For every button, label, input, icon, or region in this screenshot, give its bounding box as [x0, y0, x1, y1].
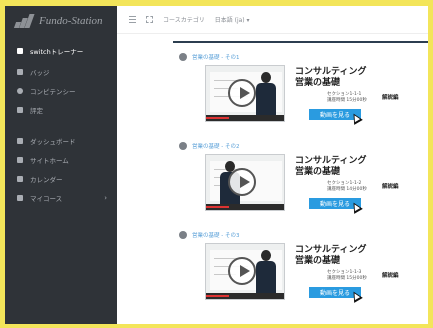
- course-content: 営業の基礎 - その1 コンサルティング 営業の基礎 セクション1-1-1 講座時間…: [173, 41, 428, 318]
- sidebar-item-label: サイトホーム: [30, 156, 69, 165]
- video-title: コンサルティング 営業の基礎: [295, 67, 367, 88]
- sidebar-item-calendar[interactable]: カレンダー: [5, 169, 117, 188]
- chevron-right-icon: ›: [104, 193, 107, 202]
- star-icon: [17, 106, 23, 113]
- video-title: コンサルティング 営業の基礎: [295, 156, 367, 177]
- presenter-image: [256, 72, 276, 117]
- square-icon: [17, 48, 23, 54]
- sidebar-item-label: ダッシュボード: [30, 137, 76, 146]
- video-controls[interactable]: [206, 293, 284, 299]
- sidebar-item-dashboard[interactable]: ダッシュボード: [5, 131, 117, 150]
- bookmark-icon: [17, 68, 23, 75]
- sidebar-item-competency[interactable]: コンピテンシー: [5, 81, 117, 100]
- play-icon[interactable]: [228, 257, 256, 285]
- course-category-menu[interactable]: コースカテゴリ: [163, 15, 205, 24]
- video-tag: 解説編: [382, 184, 399, 190]
- sidebar-item-switch-trainer[interactable]: switchトレーナー: [5, 40, 117, 62]
- section-heading: 営業の基礎 - その3: [179, 229, 428, 241]
- video-meta: セクション1-1-2 講座時間 14分00秒: [327, 181, 367, 192]
- video-controls[interactable]: [206, 115, 284, 121]
- video-card: コンサルティング 営業の基礎 セクション1-1-2 講座時間 14分00秒 解説編 …: [205, 154, 415, 214]
- sidebar: Fundo-Station switchトレーナー バッジ コンピテンシー 評定…: [5, 6, 117, 324]
- video-section: 営業の基礎 - その1 コンサルティング 営業の基礎 セクション1-1-1 講座時間…: [173, 51, 428, 140]
- logo[interactable]: Fundo-Station: [5, 6, 117, 36]
- hamburger-menu-icon[interactable]: [129, 16, 136, 23]
- sidebar-item-label: コンピテンシー: [30, 87, 76, 96]
- video-section: 営業の基礎 - その3 コンサルティング 営業の基礎 セクション1-1-3 講座時間…: [173, 229, 428, 318]
- video-icon: [179, 53, 187, 61]
- play-icon[interactable]: [228, 79, 256, 107]
- play-icon[interactable]: [228, 168, 256, 196]
- section-heading-link[interactable]: 営業の基礎 - その2: [192, 142, 239, 150]
- top-bar: コースカテゴリ 日本語 (ja) ▾: [117, 6, 428, 34]
- video-meta: セクション1-1-3 講座時間 15分00秒: [327, 270, 367, 281]
- language-selector[interactable]: 日本語 (ja) ▾: [215, 15, 250, 24]
- logo-icon: [13, 14, 35, 28]
- presenter-image: [256, 250, 276, 295]
- dashboard-icon: [17, 137, 23, 144]
- section-heading-link[interactable]: 営業の基礎 - その3: [192, 231, 239, 239]
- video-icon: [179, 142, 187, 150]
- logo-text: Fundo-Station: [39, 15, 103, 27]
- section-heading: 営業の基礎 - その1: [179, 51, 428, 63]
- video-section: 営業の基礎 - その2 コンサルティング 営業の基礎 セクション1-1-2 講座時間…: [173, 140, 428, 229]
- calendar-icon: [17, 175, 23, 182]
- fullscreen-icon[interactable]: [146, 16, 153, 23]
- video-card: コンサルティング 営業の基礎 セクション1-1-3 講座時間 15分00秒 解説編 …: [205, 243, 415, 303]
- video-tag: 解説編: [382, 273, 399, 279]
- divider: [173, 41, 428, 43]
- sidebar-item-label: バッジ: [30, 68, 50, 77]
- video-thumbnail[interactable]: [205, 243, 285, 300]
- app-window: Fundo-Station switchトレーナー バッジ コンピテンシー 評定…: [5, 6, 428, 324]
- sidebar-item-site-home[interactable]: サイトホーム: [5, 150, 117, 169]
- section-heading-link[interactable]: 営業の基礎 - その1: [192, 53, 239, 61]
- sidebar-item-label: 評定: [30, 106, 43, 115]
- video-meta: セクション1-1-1 講座時間 15分00秒: [327, 92, 367, 103]
- sidebar-item-grades[interactable]: 評定: [5, 100, 117, 119]
- sidebar-item-label: カレンダー: [30, 175, 63, 184]
- video-card: コンサルティング 営業の基礎 セクション1-1-1 講座時間 15分00秒 解説編 …: [205, 65, 415, 125]
- video-thumbnail[interactable]: [205, 65, 285, 122]
- sidebar-item-my-courses[interactable]: マイコース ›: [5, 188, 117, 207]
- sidebar-item-label: switchトレーナー: [30, 48, 84, 56]
- video-thumbnail[interactable]: [205, 154, 285, 211]
- sidebar-item-badges[interactable]: バッジ: [5, 62, 117, 81]
- video-controls[interactable]: [206, 204, 284, 210]
- section-heading: 営業の基礎 - その2: [179, 140, 428, 152]
- gear-icon: [17, 87, 23, 94]
- folder-icon: [17, 194, 23, 201]
- sidebar-item-label: マイコース: [30, 194, 63, 203]
- video-tag: 解説編: [382, 95, 399, 101]
- home-icon: [17, 156, 23, 163]
- video-icon: [179, 231, 187, 239]
- video-title: コンサルティング 営業の基礎: [295, 245, 367, 266]
